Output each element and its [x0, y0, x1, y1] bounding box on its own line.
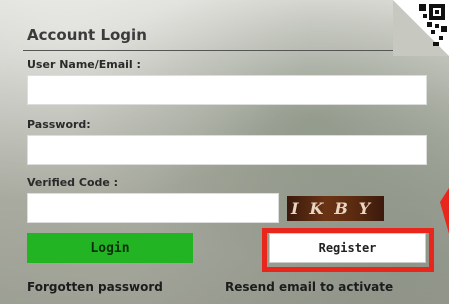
- password-label: Password:: [27, 118, 91, 131]
- password-input[interactable]: [27, 135, 427, 165]
- highlight-arrow: [440, 188, 449, 234]
- qr-code-icon[interactable]: [393, 0, 449, 56]
- captcha-image[interactable]: IKBY: [287, 196, 384, 221]
- resend-activation-link[interactable]: Resend email to activate: [225, 280, 393, 294]
- verification-code-input[interactable]: [27, 193, 279, 223]
- username-label: User Name/Email :: [27, 58, 141, 71]
- login-panel: Account Login User Name/Email : Password…: [0, 0, 449, 304]
- title-divider: [23, 50, 395, 51]
- username-input[interactable]: [27, 75, 427, 105]
- login-button[interactable]: Login: [27, 233, 193, 263]
- panel-title: Account Login: [27, 26, 147, 44]
- code-label: Verified Code :: [27, 176, 119, 189]
- forgot-password-link[interactable]: Forgotten password: [27, 280, 163, 294]
- register-button[interactable]: Register: [269, 233, 426, 263]
